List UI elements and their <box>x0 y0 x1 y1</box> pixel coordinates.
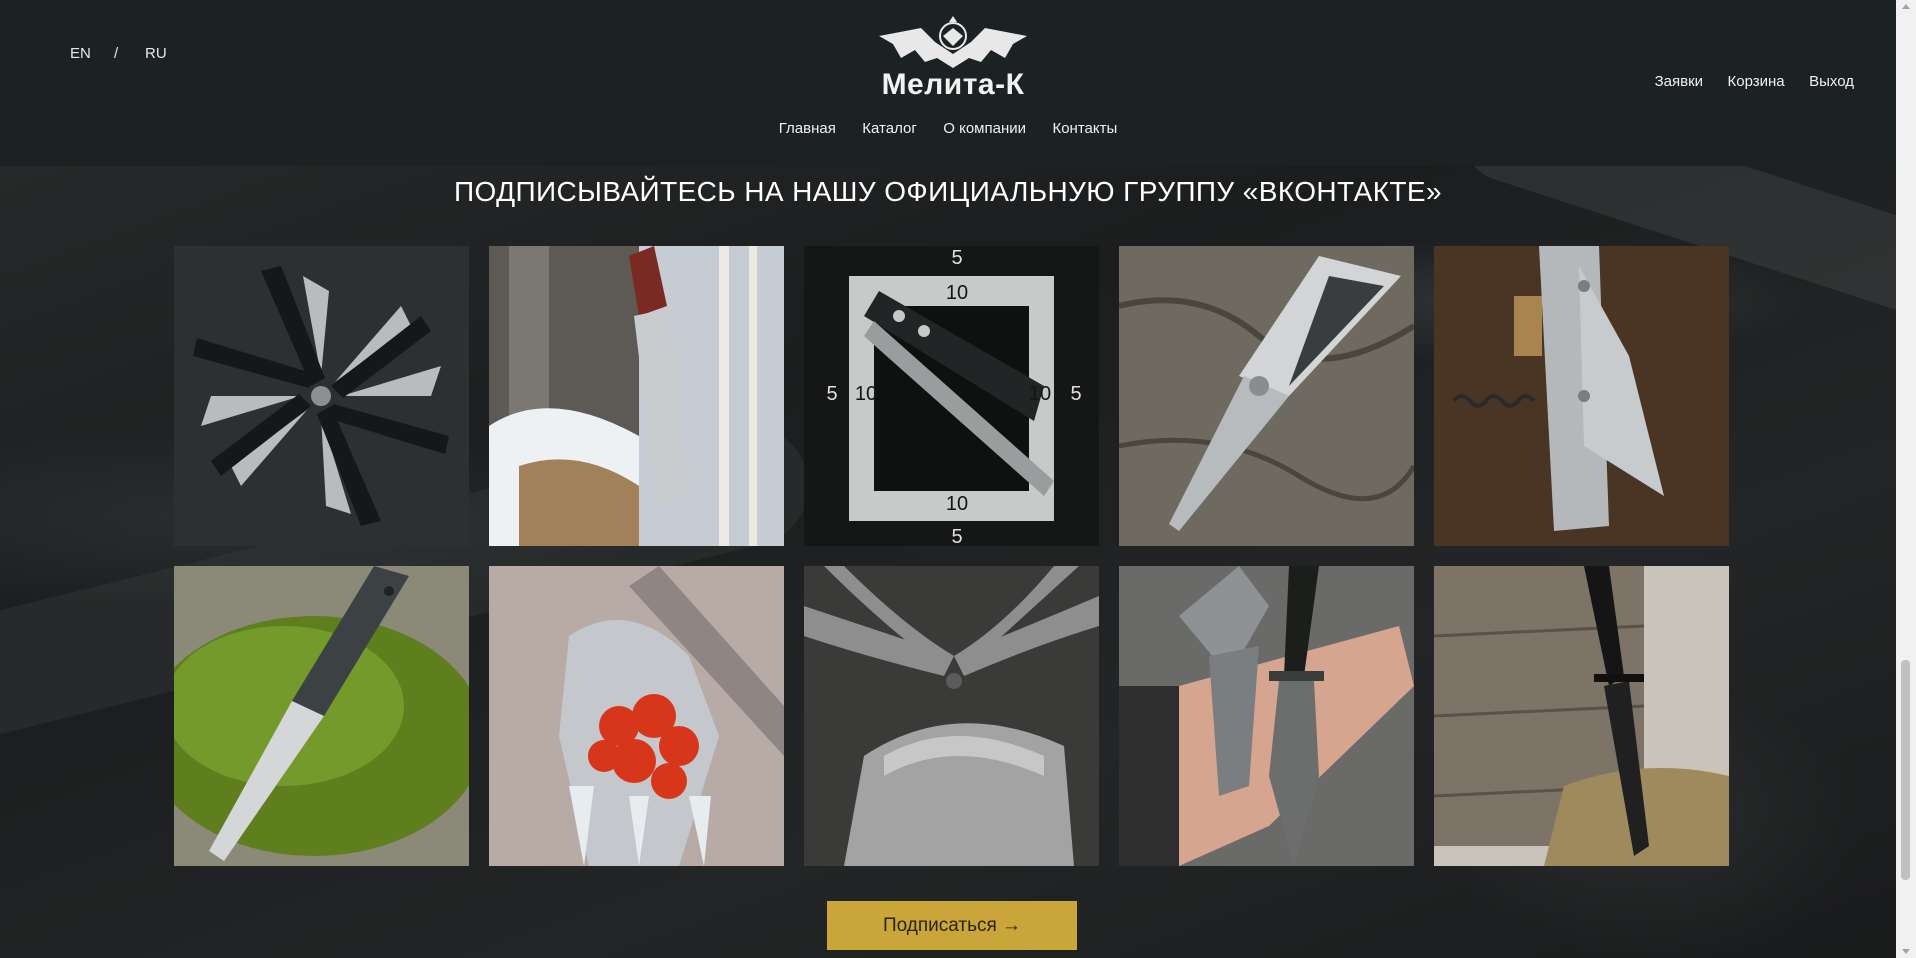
multitool-corkscrew-photo <box>1434 246 1729 546</box>
lang-separator: / <box>114 45 119 62</box>
gallery-item-3[interactable]: 5 10 10 5 5 10 10 5 <box>804 246 1099 546</box>
gallery-item-9[interactable] <box>1119 566 1414 866</box>
subscribe-button[interactable]: Подписаться → <box>827 901 1077 950</box>
lang-en-link[interactable]: EN <box>70 45 91 62</box>
target-number: 10 <box>1029 383 1051 405</box>
target-number: 5 <box>951 247 962 269</box>
site-logo[interactable]: Мелита-К <box>873 14 1033 104</box>
logout-link[interactable]: Выход <box>1809 73 1854 90</box>
gallery-item-7[interactable] <box>489 566 784 866</box>
folding-knives-fan-photo <box>174 246 469 546</box>
gallery-item-6[interactable] <box>174 566 469 866</box>
gallery-item-1[interactable] <box>174 246 469 546</box>
folding-knife-rock-photo <box>1119 246 1414 546</box>
black-knife-crate-photo <box>1434 566 1729 866</box>
throwing-knives-target-photo: 5 10 10 5 5 10 10 5 <box>804 246 1099 546</box>
nav-item-catalog[interactable]: Каталог <box>862 120 917 137</box>
site-header: EN / RU Мелита-К Главная Каталог О компа… <box>0 0 1896 166</box>
nav-item-home[interactable]: Главная <box>779 120 836 137</box>
gallery-item-2[interactable] <box>489 246 784 546</box>
target-number: 5 <box>951 526 962 546</box>
knife-moss-photo <box>174 566 469 866</box>
page-background: EN / RU Мелита-К Главная Каталог О компа… <box>0 0 1896 958</box>
gallery-item-5[interactable] <box>1434 246 1729 546</box>
target-number: 10 <box>855 383 877 405</box>
nav-item-about[interactable]: О компании <box>943 120 1026 137</box>
target-number: 5 <box>1070 383 1081 405</box>
lang-ru-link[interactable]: RU <box>145 45 167 62</box>
bat-logo-icon <box>879 16 1027 68</box>
gallery-item-8[interactable] <box>804 566 1099 866</box>
hunting-knife-birch-photo <box>489 246 784 546</box>
logo-text: Мелита-К <box>881 68 1025 101</box>
page-scrollbar[interactable] <box>1896 0 1916 958</box>
scroll-up-icon[interactable] <box>1902 4 1910 9</box>
header-actions: Заявки Корзина Выход <box>1635 73 1854 91</box>
nav-item-contacts[interactable]: Контакты <box>1052 120 1117 137</box>
target-number: 5 <box>826 383 837 405</box>
main-nav: Главная Каталог О компании Контакты <box>0 120 1896 138</box>
scroll-down-icon[interactable] <box>1902 949 1910 954</box>
cart-link[interactable]: Корзина <box>1728 73 1785 90</box>
vk-group-heading: ПОДПИСЫВАЙТЕСЬ НА НАШУ ОФИЦИАЛЬНУЮ ГРУПП… <box>454 176 1442 207</box>
target-number: 10 <box>946 282 968 304</box>
frozen-rowan-photo <box>489 566 784 866</box>
orders-link[interactable]: Заявки <box>1655 73 1703 90</box>
target-number: 10 <box>946 493 968 515</box>
gallery-item-10[interactable] <box>1434 566 1729 866</box>
gallery-item-4[interactable] <box>1119 246 1414 546</box>
scrollbar-thumb[interactable] <box>1901 660 1910 880</box>
knives-in-hand-photo <box>1119 566 1414 866</box>
karambit-knives-photo <box>804 566 1099 866</box>
